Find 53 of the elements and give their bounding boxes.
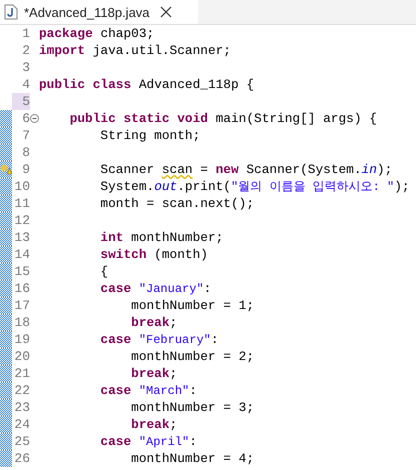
line-number: 20: [14, 349, 30, 364]
line-number: 15: [14, 264, 30, 279]
code-line: switch (month): [100, 246, 208, 263]
code-line: case "January":: [100, 280, 212, 298]
code-line: monthNumber = 2;: [131, 348, 254, 365]
line-number: 17: [14, 298, 30, 313]
line-number: 26: [14, 451, 30, 466]
collapse-icon[interactable]: [30, 114, 39, 123]
tab-title: *Advanced_118p.java: [24, 4, 150, 20]
code-line: public static void main(String[] args) {: [70, 110, 377, 127]
line-number: 9: [22, 162, 30, 177]
line-number: 14: [14, 247, 30, 262]
close-icon[interactable]: [160, 6, 172, 18]
line-number: 6: [22, 111, 30, 126]
line-number: 19: [14, 332, 30, 347]
editor-tab[interactable]: *Advanced_118p.java: [0, 0, 198, 24]
code-line: monthNumber = 3;: [131, 399, 254, 416]
code-line: System.out.print("월의 이름을 입력하시오: ");: [100, 178, 410, 196]
line-number: 16: [14, 281, 30, 296]
java-file-icon: [4, 4, 18, 20]
line-number: 23: [14, 400, 30, 415]
code-line: public class Advanced_118p {: [39, 76, 254, 93]
code-line: monthNumber = 4;: [131, 450, 254, 467]
code-line: break;: [131, 314, 178, 331]
code-line: package chap03;: [39, 25, 154, 42]
code-line: Scanner scan = new Scanner(System.in);: [100, 161, 392, 178]
line-number: 10: [14, 179, 30, 194]
code-line: case "April":: [100, 432, 197, 450]
code-line: {: [100, 263, 108, 280]
code-line: case "February":: [100, 330, 219, 348]
line-number: 13: [14, 230, 30, 245]
line-number: 25: [14, 434, 30, 449]
line-number: 12: [14, 213, 30, 228]
code-line: monthNumber = 1;: [131, 297, 254, 314]
line-number: 2: [22, 43, 30, 58]
code-line: import java.util.Scanner;: [39, 42, 231, 59]
line-number: 5: [22, 94, 30, 109]
code-line: break;: [131, 416, 178, 433]
line-number: 3: [22, 60, 30, 75]
code-line: case "March":: [100, 382, 197, 400]
line-number: 18: [14, 315, 30, 330]
code-line: month = scan.next();: [100, 195, 254, 212]
line-number: 7: [22, 128, 30, 143]
line-number: 24: [14, 417, 30, 432]
code-line: String month;: [100, 127, 200, 144]
line-number: 8: [22, 145, 30, 160]
line-number: 11: [14, 196, 30, 211]
code-line: int monthNumber;: [100, 229, 224, 246]
line-number: 21: [14, 366, 30, 381]
code-line: break;: [131, 365, 178, 382]
line-number: 4: [22, 77, 30, 92]
line-number: 1: [22, 26, 30, 41]
line-number: 22: [14, 383, 30, 398]
